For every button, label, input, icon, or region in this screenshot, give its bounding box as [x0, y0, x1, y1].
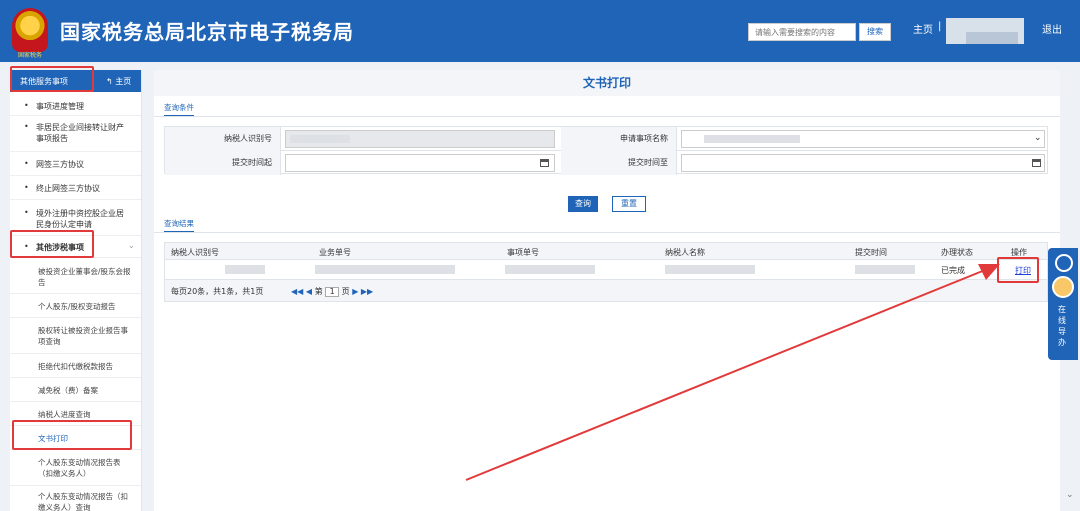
- submit-from-label: 提交时间起: [165, 151, 281, 175]
- sub-item-shareholder-change-form[interactable]: 个人股东变动情况报告表（扣缴义务人）: [10, 450, 141, 486]
- sub-item-refuse-withholding[interactable]: 拒绝代扣代缴税款报告: [10, 354, 141, 378]
- taxpayer-id-label: 纳税人识别号: [165, 127, 281, 151]
- sub-item-label: 拒绝代扣代缴税款报告: [38, 362, 113, 371]
- search-input[interactable]: [748, 23, 856, 41]
- highlight-box-document-print: [12, 420, 132, 450]
- next-page-icon[interactable]: ▶: [352, 287, 358, 296]
- taxpayer-id-field: [285, 130, 555, 148]
- highlight-box-sidebar-header: [10, 66, 94, 92]
- redacted-value: [855, 265, 915, 274]
- column-header: 纳税人名称: [665, 248, 705, 257]
- page-number-input[interactable]: 1: [325, 287, 340, 297]
- submit-to-label: 提交时间至: [561, 151, 677, 175]
- query-button[interactable]: 查询: [568, 196, 598, 212]
- back-arrow-icon: ↰: [106, 77, 113, 86]
- sub-item-equity-change[interactable]: 个人股东/股权变动报告: [10, 294, 141, 318]
- page-prefix: 第: [314, 287, 323, 296]
- submit-from-input[interactable]: [285, 154, 555, 172]
- robot-assistant-icon: [1052, 276, 1074, 298]
- top-header: 国家税务 国家税务总局北京市电子税务局 搜索 主页 | 退出: [0, 0, 1080, 62]
- pagination: 每页20条，共1条，共1页 ◀◀ ◀ 第 1 页 ▶ ▶▶: [164, 280, 1048, 302]
- online-guide-label: 在线导办: [1058, 305, 1066, 347]
- bullet-icon: •: [24, 183, 29, 192]
- sidebar-home-link[interactable]: ↰ 主页: [106, 76, 131, 87]
- sidebar-home-label: 主页: [115, 77, 132, 86]
- pagination-summary: 每页20条，共1条，共1页: [171, 287, 264, 296]
- sub-item-equity-transfer-query[interactable]: 股权转让被投资企业报告事项查询: [10, 318, 141, 354]
- redacted-value: [704, 135, 800, 143]
- chevron-down-icon: ⌄: [1034, 133, 1042, 143]
- user-info-redacted-detail: [966, 32, 1018, 44]
- sidebar-item-label: 网签三方协议: [36, 160, 84, 169]
- divider: [154, 232, 1060, 233]
- column-header: 纳税人识别号: [171, 248, 219, 257]
- chevron-down-icon: ⌄: [128, 241, 135, 250]
- calendar-icon[interactable]: [540, 159, 549, 167]
- redacted-value: [665, 265, 755, 274]
- scroll-down-icon[interactable]: ⌄: [1066, 490, 1074, 500]
- table-row: 已完成 打印: [164, 260, 1048, 280]
- prev-page-icon[interactable]: ◀: [306, 287, 312, 296]
- redacted-value: [290, 135, 350, 143]
- sidebar-item-label: 非居民企业间接转让财产事项报告: [36, 123, 124, 143]
- bullet-icon: •: [24, 101, 29, 110]
- application-name-label: 申请事项名称: [561, 127, 677, 151]
- search-button[interactable]: 搜索: [859, 23, 891, 41]
- column-header: 业务单号: [319, 248, 351, 257]
- page-suffix: 页: [341, 287, 350, 296]
- submit-to-input[interactable]: [681, 154, 1045, 172]
- tax-emblem-icon: [12, 8, 48, 52]
- redacted-value: [315, 265, 455, 274]
- page-title: 文书打印: [154, 70, 1060, 96]
- sidebar-item-nonresident-report[interactable]: • 非居民企业间接转让财产事项报告: [10, 116, 141, 152]
- site-title: 国家税务总局北京市电子税务局: [60, 20, 354, 44]
- sub-item-board-report[interactable]: 被投资企业董事会/股东会报告: [10, 258, 141, 294]
- bullet-icon: •: [24, 122, 29, 131]
- sidebar-item-label: 终止网签三方协议: [36, 184, 100, 193]
- header-separator: |: [938, 21, 942, 32]
- bullet-icon: •: [24, 208, 29, 217]
- online-guide-widget[interactable]: 在线导办: [1048, 248, 1078, 360]
- home-link[interactable]: 主页: [913, 21, 933, 36]
- column-header: 办理状态: [941, 248, 973, 257]
- divider: [154, 116, 1060, 117]
- sub-item-tax-relief[interactable]: 减免税（费）备案: [10, 378, 141, 402]
- column-header: 事项单号: [507, 248, 539, 257]
- highlight-box-print-link: [997, 257, 1039, 283]
- sub-item-label: 个人股东变动情况报告（扣缴义务人）查询: [38, 492, 128, 511]
- query-form: 纳税人识别号 申请事项名称 ⌄ 提交时间起 提交时间至: [164, 126, 1048, 175]
- sidebar-item-label: 境外注册中资控股企业居民身份认定申请: [36, 209, 124, 229]
- sidebar-item-label: 事项进度管理: [36, 102, 84, 111]
- sub-item-label: 减免税（费）备案: [38, 386, 98, 395]
- redacted-value: [505, 265, 595, 274]
- last-page-icon[interactable]: ▶▶: [361, 287, 373, 296]
- calendar-icon[interactable]: [1032, 159, 1041, 167]
- highlight-box-other-tax: [10, 230, 94, 258]
- sidebar-item-terminate-tripartite[interactable]: • 终止网签三方协议: [10, 176, 141, 200]
- sidebar-item-tripartite[interactable]: • 网签三方协议: [10, 152, 141, 176]
- status-cell: 已完成: [941, 266, 965, 275]
- sub-item-shareholder-change-query[interactable]: 个人股东变动情况报告（扣缴义务人）查询: [10, 486, 141, 511]
- sidebar-item-progress[interactable]: • 事项进度管理: [10, 96, 141, 116]
- sub-item-label: 被投资企业董事会/股东会报告: [38, 267, 131, 287]
- reset-button[interactable]: 重置: [612, 196, 646, 212]
- sub-item-label: 个人股东变动情况报告表（扣缴义务人）: [38, 458, 121, 478]
- sub-item-label: 股权转让被投资企业报告事项查询: [38, 326, 128, 346]
- main-panel: 文书打印 查询条件 纳税人识别号 申请事项名称 ⌄ 提交时间起 提交时间至 查询…: [154, 70, 1060, 511]
- user-icon: [1055, 254, 1073, 272]
- pagination-nav: ◀◀ ◀ 第 1 页 ▶ ▶▶: [291, 286, 373, 297]
- application-name-select[interactable]: ⌄: [681, 130, 1045, 148]
- sub-item-label: 纳税人进度查询: [38, 410, 91, 419]
- first-page-icon[interactable]: ◀◀: [291, 287, 303, 296]
- sub-item-label: 个人股东/股权变动报告: [38, 302, 116, 311]
- table-header: 纳税人识别号 业务单号 事项单号 纳税人名称 提交时间 办理状态 操作: [164, 242, 1048, 260]
- exit-link[interactable]: 退出: [1042, 21, 1062, 36]
- query-conditions-tab: 查询条件: [164, 102, 194, 117]
- redacted-value: [225, 265, 265, 274]
- query-results-tab: 查询结果: [164, 218, 194, 233]
- bullet-icon: •: [24, 159, 29, 168]
- emblem-caption: 国家税务: [17, 52, 42, 59]
- column-header: 提交时间: [855, 248, 887, 257]
